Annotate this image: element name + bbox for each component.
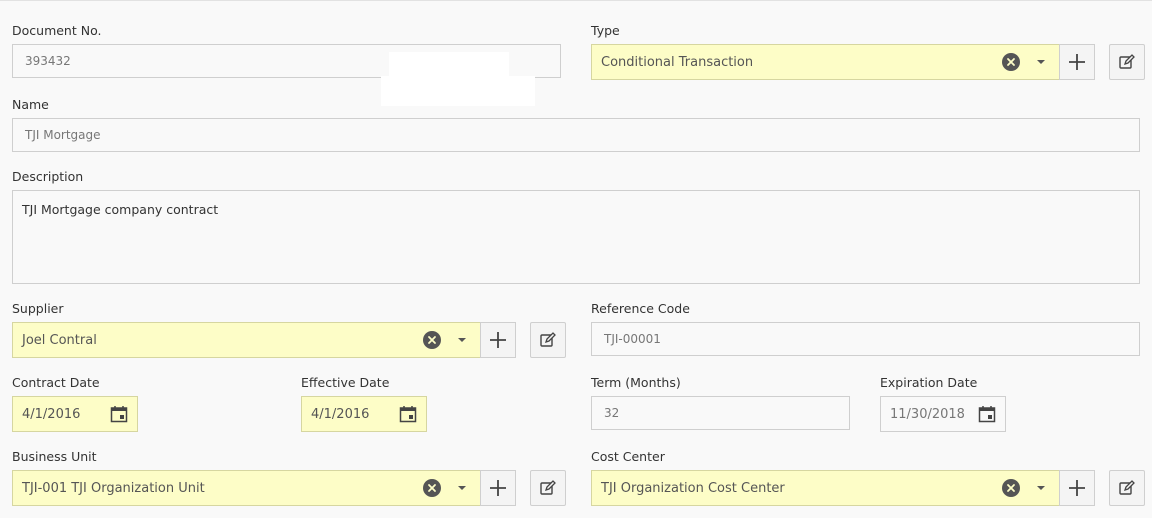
edit-icon xyxy=(540,332,556,347)
supplier-label: Supplier xyxy=(12,301,64,316)
add-type-button[interactable] xyxy=(1059,44,1095,80)
chevron-down-icon[interactable] xyxy=(458,486,466,490)
edit-icon xyxy=(1119,480,1135,495)
edit-icon xyxy=(1119,54,1135,69)
type-select[interactable]: Conditional Transaction xyxy=(591,44,1060,80)
type-value: Conditional Transaction xyxy=(601,54,754,70)
cost-center-value: TJI Organization Cost Center xyxy=(601,480,785,496)
contract-date-value: 4/1/2016 xyxy=(22,406,81,422)
edit-supplier-button[interactable] xyxy=(530,322,566,358)
supplier-select[interactable]: Joel Contral xyxy=(12,322,481,358)
clear-icon[interactable] xyxy=(423,479,441,497)
edit-business-unit-button[interactable] xyxy=(530,470,566,506)
overlay-patch xyxy=(389,52,509,76)
reference-code-label: Reference Code xyxy=(591,301,690,316)
clear-icon[interactable] xyxy=(423,331,441,349)
description-label: Description xyxy=(12,169,84,184)
document-no-label: Document No. xyxy=(12,23,102,38)
term-months-value: 32 xyxy=(604,406,620,420)
name-value: TJI Mortgage xyxy=(25,128,101,142)
expiration-date-label: Expiration Date xyxy=(880,375,978,390)
name-field[interactable]: TJI Mortgage xyxy=(12,118,1140,152)
business-unit-value: TJI-001 TJI Organization Unit xyxy=(22,480,205,496)
calendar-icon[interactable] xyxy=(110,405,128,423)
document-no-value: 393432 xyxy=(25,54,71,68)
edit-cost-center-button[interactable] xyxy=(1109,470,1145,506)
description-textarea[interactable]: TJI Mortgage company contract xyxy=(12,190,1140,284)
expiration-date-value: 11/30/2018 xyxy=(890,406,965,422)
cost-center-label: Cost Center xyxy=(591,449,665,464)
plus-icon xyxy=(490,480,506,496)
edit-type-button[interactable] xyxy=(1109,44,1145,80)
add-supplier-button[interactable] xyxy=(480,322,516,358)
term-months-field[interactable]: 32 xyxy=(591,396,850,430)
contract-date-label: Contract Date xyxy=(12,375,100,390)
plus-icon xyxy=(490,332,506,348)
reference-code-field[interactable]: TJI-00001 xyxy=(591,322,1140,356)
chevron-down-icon[interactable] xyxy=(458,338,466,342)
calendar-icon[interactable] xyxy=(399,405,417,423)
cost-center-select[interactable]: TJI Organization Cost Center xyxy=(591,470,1060,506)
supplier-value: Joel Contral xyxy=(22,332,97,348)
term-months-label: Term (Months) xyxy=(591,375,681,390)
add-cost-center-button[interactable] xyxy=(1059,470,1095,506)
plus-icon xyxy=(1069,480,1085,496)
business-unit-label: Business Unit xyxy=(12,449,97,464)
name-label: Name xyxy=(12,97,49,112)
effective-date-label: Effective Date xyxy=(301,375,390,390)
chevron-down-icon[interactable] xyxy=(1037,60,1045,64)
description-value: TJI Mortgage company contract xyxy=(22,202,219,217)
business-unit-select[interactable]: TJI-001 TJI Organization Unit xyxy=(12,470,481,506)
top-divider xyxy=(0,0,1152,1)
add-business-unit-button[interactable] xyxy=(480,470,516,506)
overlay-patch xyxy=(381,76,535,106)
type-label: Type xyxy=(591,23,620,38)
chevron-down-icon[interactable] xyxy=(1037,486,1045,490)
edit-icon xyxy=(540,480,556,495)
reference-code-value: TJI-00001 xyxy=(604,332,661,346)
clear-icon[interactable] xyxy=(1002,53,1020,71)
clear-icon[interactable] xyxy=(1002,479,1020,497)
calendar-icon[interactable] xyxy=(978,405,996,423)
effective-date-value: 4/1/2016 xyxy=(311,406,370,422)
plus-icon xyxy=(1069,54,1085,70)
